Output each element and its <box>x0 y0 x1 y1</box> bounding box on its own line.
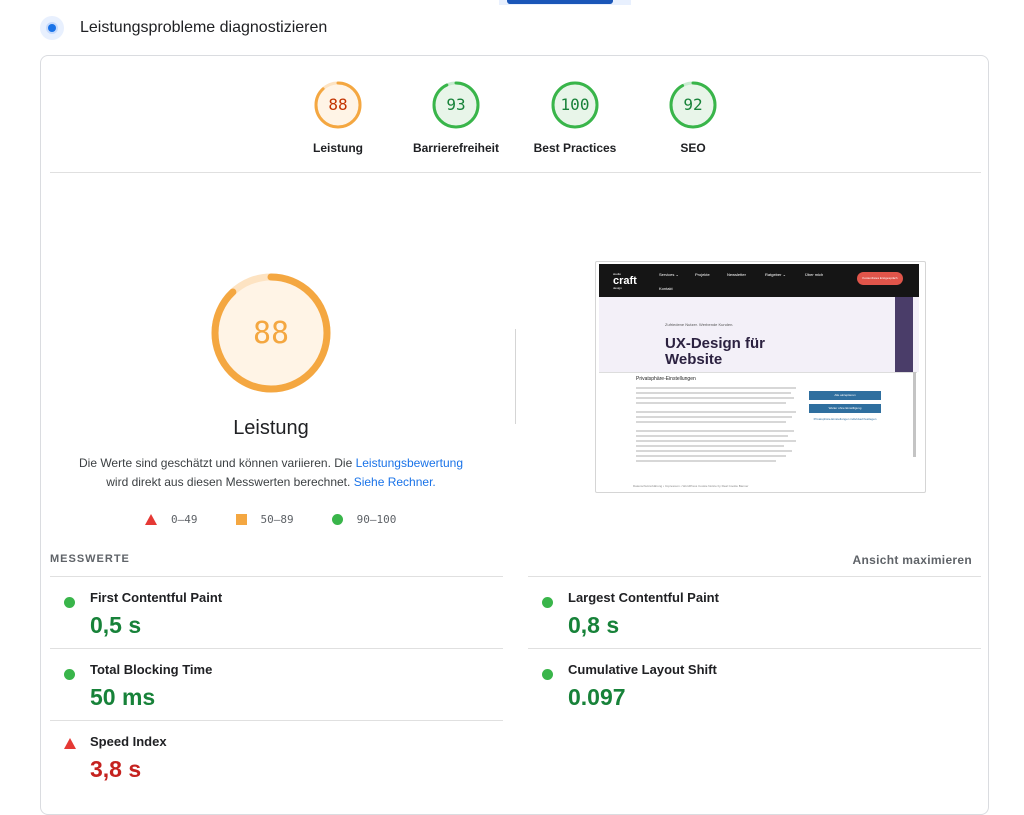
gauge-seo[interactable]: 92 SEO <box>648 80 738 155</box>
metric-speed-index-name: Speed Index <box>90 734 167 749</box>
vertical-divider <box>515 329 516 424</box>
metrics-heading: MESSWERTE <box>50 553 130 565</box>
desc-text-1: Die Werte sind geschätzt und können vari… <box>78 456 356 470</box>
pass-circle-icon <box>542 669 553 680</box>
metrics-row-divider <box>50 720 503 721</box>
page-screenshot-thumbnail[interactable]: studio craft design Services ⌄ Projekte Ne… <box>595 261 926 493</box>
metrics-row-divider <box>50 648 503 649</box>
top-tab-indicator <box>499 0 631 5</box>
gauge-best-practices[interactable]: 100 Best Practices <box>530 80 620 155</box>
fail-triangle-icon <box>64 738 76 749</box>
metric-speed-index-value: 3,8 s <box>90 756 142 782</box>
thumb-hero: Zufriedene Nutzer. Werbende Kunden. UX-D… <box>599 297 919 372</box>
metric-lcp-name: Largest Contentful Paint <box>568 590 719 605</box>
metrics-row-divider <box>528 576 981 577</box>
performance-score: 88 <box>253 316 289 351</box>
circle-icon <box>331 514 343 525</box>
pass-circle-icon <box>64 597 75 608</box>
metric-lcp-value: 0,8 s <box>568 612 620 638</box>
gauge-best-practices-score: 100 <box>561 95 590 114</box>
maximize-view-button[interactable]: Ansicht maximieren <box>853 553 972 567</box>
lighthouse-dot-icon <box>40 16 64 40</box>
score-description: Die Werte sind geschätzt und können vari… <box>61 454 481 492</box>
metric-fcp-value: 0,5 s <box>90 612 142 638</box>
legend-pass: 90–100 <box>331 513 396 526</box>
performance-title: Leistung <box>233 417 309 439</box>
metric-tbt-name: Total Blocking Time <box>90 662 213 677</box>
legend-average: 50–89 <box>235 513 294 526</box>
gauge-barrierefreiheit-score: 93 <box>446 95 465 114</box>
gauge-barrierefreiheit-label: Barrierefreiheit <box>412 141 500 155</box>
square-icon <box>235 514 247 525</box>
gauge-seo-label: SEO <box>680 141 706 155</box>
gauge-leistung[interactable]: 88 Leistung <box>293 80 383 155</box>
gauge-barrierefreiheit[interactable]: 93 Barrierefreiheit <box>411 80 501 155</box>
legend-fail: 0–49 <box>145 513 198 526</box>
pass-circle-icon <box>64 669 75 680</box>
thumb-navbar: studio craft design Services ⌄ Projekte Ne… <box>599 264 919 297</box>
gauge-seo-score: 92 <box>683 95 702 114</box>
metric-cls-value: 0.097 <box>568 684 626 710</box>
section-title: Leistungsprobleme diagnostizieren <box>80 19 328 36</box>
thumb-cookie-modal: Privatsphäre-Einstellungen Alle akzeptie… <box>599 372 917 481</box>
gauge-leistung-label: Leistung <box>313 141 363 155</box>
desc-text-2: wird direkt aus diesen Messwerten berech… <box>106 475 354 489</box>
performance-score-gauge: 88 <box>209 271 333 395</box>
metrics-row-divider <box>528 648 981 649</box>
section-header: Leistungsprobleme diagnostizieren <box>40 14 327 42</box>
link-siehe-rechner[interactable]: Siehe Rechner. <box>354 475 436 489</box>
score-legend: 0–49 50–89 90–100 <box>145 513 415 526</box>
metric-tbt-value: 50 ms <box>90 684 156 710</box>
link-leistungsbewertung[interactable]: Leistungsbewertung <box>356 456 463 470</box>
category-gauges: 88 Leistung 93 Barrierefreiheit 100 Best… <box>41 80 988 160</box>
triangle-icon <box>145 514 157 525</box>
thumb-logo: studio craft design <box>613 272 637 290</box>
report-card: 88 Leistung 93 Barrierefreiheit 100 Best… <box>40 55 989 815</box>
metric-fcp-name: First Contentful Paint <box>90 590 223 605</box>
metrics-row-divider <box>50 576 503 577</box>
metric-cls-name: Cumulative Layout Shift <box>568 662 717 677</box>
gauges-divider <box>50 172 981 173</box>
pass-circle-icon <box>542 597 553 608</box>
gauge-leistung-score: 88 <box>328 95 347 114</box>
gauge-best-practices-label: Best Practices <box>533 141 617 155</box>
